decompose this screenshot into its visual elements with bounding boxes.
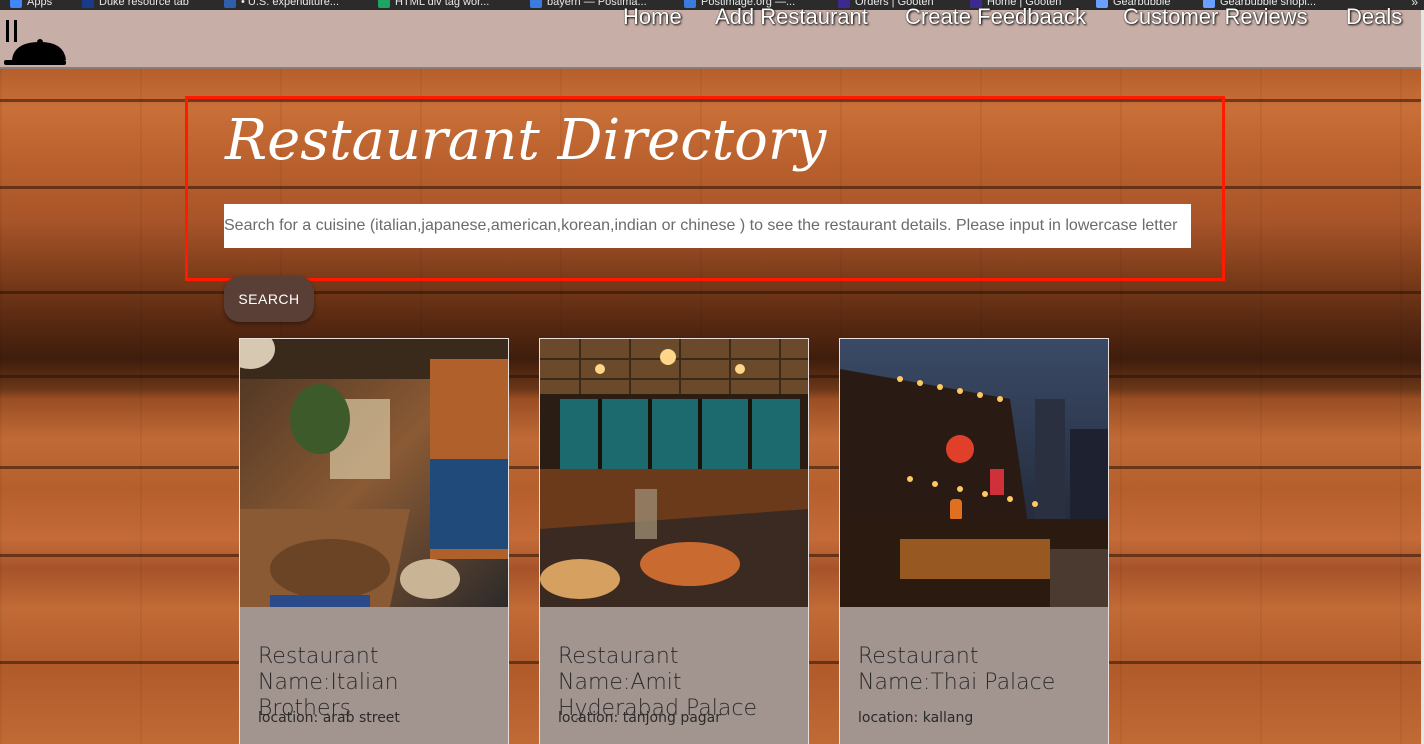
page-title: Restaurant Directory	[225, 108, 827, 173]
restaurant-card[interactable]: Restaurant Name:Italian Brothers locatio…	[239, 338, 509, 744]
bookmark-label: • U.S. expenditure...	[241, 0, 340, 8]
chart-icon	[224, 0, 236, 8]
restaurant-name: Restaurant Name:Thai Palace	[858, 644, 1056, 695]
restaurant-location: location: kallang	[858, 710, 974, 726]
postimage-icon	[684, 0, 696, 8]
cuisine-search-input[interactable]	[224, 204, 1191, 248]
postimage-icon	[530, 0, 542, 8]
nav-link-add-restaurant[interactable]: Add Restaurant	[715, 4, 868, 30]
navbar: Home Add Restaurant Create Feedbaack Cus…	[0, 4, 1421, 69]
bookmark-item[interactable]: HTML div tag wor...	[378, 0, 489, 9]
nav-link-create-feedback[interactable]: Create Feedbaack	[905, 4, 1086, 30]
duke-icon	[82, 0, 94, 8]
nav-link-deals[interactable]: Deals	[1346, 4, 1402, 30]
restaurant-location: location: tanjong pagar	[558, 710, 722, 726]
restaurant-card[interactable]: Restaurant Name:Amit Hyderabad Palace lo…	[539, 338, 809, 744]
restaurant-location: location: arab street	[258, 710, 400, 726]
restaurant-card[interactable]: Restaurant Name:Thai Palace location: ka…	[839, 338, 1109, 744]
nav-link-home[interactable]: Home	[623, 4, 682, 30]
cloche-logo-icon[interactable]	[4, 20, 68, 68]
bookmark-label: Duke resource tab	[99, 0, 189, 8]
bookmark-item[interactable]: Duke resource tab	[82, 0, 189, 9]
apps-grid-icon	[10, 0, 22, 8]
restaurant-photo	[540, 339, 808, 607]
bookmark-label: HTML div tag wor...	[395, 0, 490, 8]
gearbubble-icon	[1096, 0, 1108, 8]
w3-icon	[378, 0, 390, 8]
restaurant-photo	[240, 339, 508, 607]
bookmark-item[interactable]: • U.S. expenditure...	[224, 0, 339, 9]
nav-link-customer-reviews[interactable]: Customer Reviews	[1123, 4, 1308, 30]
bookmark-apps[interactable]: Apps	[10, 0, 52, 9]
bookmark-label: Apps	[27, 0, 53, 8]
bookmarks-overflow-icon[interactable]: »	[1411, 0, 1418, 9]
restaurant-photo	[840, 339, 1108, 607]
search-button[interactable]: SEARCH	[224, 276, 314, 322]
